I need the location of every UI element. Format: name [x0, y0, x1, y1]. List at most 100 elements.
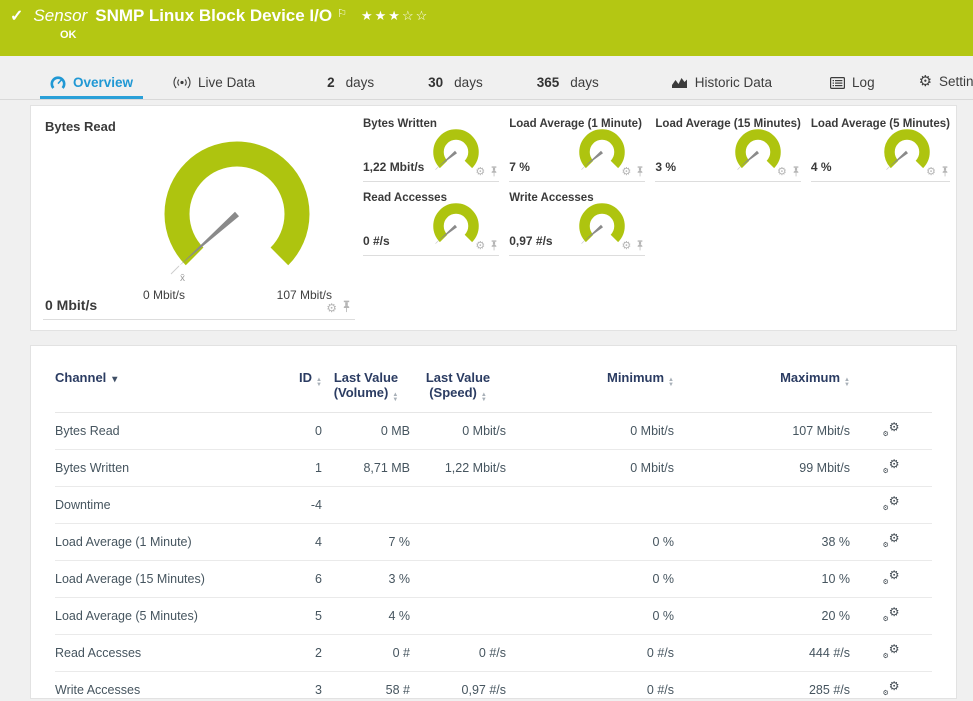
channel-name: Bytes Read [55, 413, 264, 450]
status-badge: OK [60, 29, 973, 41]
table-row: Load Average (1 Minute) 4 7 % 0 % 38 % ⚙… [55, 524, 932, 561]
gear-icon[interactable]: ⚙ [926, 167, 936, 178]
tab-2-days-number: 2 [327, 75, 335, 90]
pin-icon[interactable] [636, 166, 644, 179]
small-gauges-grid: Bytes Written 1,22 Mbit/s ⚙ Load Average… [355, 116, 950, 320]
table-row: Write Accesses 3 58 # 0,97 #/s 0 #/s 285… [55, 672, 932, 700]
tab-historic-data-label: Historic Data [695, 75, 772, 90]
tab-365-days-number: 365 [537, 75, 560, 90]
log-list-icon [830, 77, 845, 89]
pin-icon[interactable] [792, 166, 800, 179]
overview-gauges-panel: Bytes Read x̄ 0 Mbit/s 107 Mbit/s 0 Mbit… [30, 105, 957, 331]
priority-flag-icon[interactable]: ⚐ [337, 7, 347, 20]
tab-overview[interactable]: Overview [40, 75, 143, 99]
pin-icon[interactable] [490, 240, 498, 253]
pin-icon[interactable] [941, 166, 949, 179]
sort-icon[interactable]: ▲▼ [844, 378, 850, 387]
sort-icon[interactable]: ▲▼ [481, 393, 487, 402]
channel-settings-icon[interactable]: ⚙⚙ [883, 681, 900, 696]
table-row: Load Average (5 Minutes) 5 4 % 0 % 20 % … [55, 598, 932, 635]
pin-icon[interactable] [490, 166, 498, 179]
tab-365-days-label: days [570, 75, 599, 90]
pin-icon[interactable] [636, 240, 644, 253]
table-row: Bytes Written 1 8,71 MB 1,22 Mbit/s 0 Mb… [55, 450, 932, 487]
gear-icon: ⚙ [919, 72, 932, 90]
stars-empty[interactable]: ☆☆ [402, 8, 429, 23]
gear-icon[interactable]: ⚙ [326, 302, 337, 314]
column-header-last-value-speed[interactable]: Last Value (Speed)▲▼ [410, 362, 506, 413]
column-header-edit [850, 362, 932, 413]
gauge-tile-load-average-15-minutes: Load Average (15 Minutes) 3 % ⚙ [655, 118, 801, 182]
channel-settings-icon[interactable]: ⚙⚙ [883, 607, 900, 622]
stars-filled[interactable]: ★★★ [361, 8, 402, 23]
gauge-current-value: 7 % [509, 160, 530, 174]
sort-icon[interactable]: ▲▼ [392, 393, 398, 402]
tab-overview-label: Overview [73, 75, 133, 90]
tab-log-label: Log [852, 75, 875, 90]
pin-icon[interactable] [342, 300, 351, 315]
gauge-arc [890, 135, 925, 165]
gauge-tab-icon [50, 75, 66, 90]
tab-settings[interactable]: ⚙ Settings [909, 72, 973, 99]
channel-settings-icon[interactable]: ⚙⚙ [883, 570, 900, 585]
needle-tail [582, 167, 585, 170]
sensor-header: ✓ Sensor SNMP Linux Block Device I/O ⚐ ★… [0, 0, 973, 56]
tab-settings-label: Settings [939, 74, 973, 89]
gauge-min-label: 0 Mbit/s [143, 288, 185, 302]
needle-tail [582, 241, 585, 244]
table-row: Read Accesses 2 0 # 0 #/s 0 #/s 444 #/s … [55, 635, 932, 672]
gear-icon[interactable]: ⚙ [475, 167, 485, 178]
page-title: SNMP Linux Block Device I/O [95, 6, 332, 26]
tab-log[interactable]: Log [820, 75, 885, 99]
column-header-id[interactable]: ID▲▼ [264, 362, 322, 413]
tab-2-days[interactable]: 2 days [317, 75, 384, 99]
column-header-maximum[interactable]: Maximum▲▼ [674, 362, 850, 413]
channel-name: Load Average (15 Minutes) [55, 561, 264, 598]
tab-historic-data[interactable]: Historic Data [661, 75, 782, 99]
gauge-current-value: 1,22 Mbit/s [363, 160, 424, 174]
channel-name: Bytes Written [55, 450, 264, 487]
tab-live-data[interactable]: Live Data [163, 75, 265, 99]
caret-down-icon: ▾ [112, 374, 117, 385]
channel-name: Write Accesses [55, 672, 264, 700]
bytes-read-gauge: x̄ [135, 128, 340, 288]
broadcast-icon [173, 76, 191, 89]
sort-icon[interactable]: ▲▼ [316, 378, 322, 387]
needle-tail [171, 266, 179, 274]
needle-tail [436, 167, 439, 170]
channel-settings-icon[interactable]: ⚙⚙ [883, 496, 900, 511]
gauge-current-value: 0 Mbit/s [45, 297, 97, 313]
column-header-minimum[interactable]: Minimum▲▼ [506, 362, 674, 413]
tab-live-data-label: Live Data [198, 75, 255, 90]
column-header-last-value-volume[interactable]: Last Value (Volume)▲▼ [322, 362, 410, 413]
gauge-current-value: 3 % [655, 160, 676, 174]
table-row: Bytes Read 0 0 MB 0 Mbit/s 0 Mbit/s 107 … [55, 413, 932, 450]
channel-settings-icon[interactable]: ⚙⚙ [883, 459, 900, 474]
sort-icon[interactable]: ▲▼ [668, 378, 674, 387]
tab-365-days[interactable]: 365 days [527, 75, 609, 99]
gauge-tile-read-accesses: Read Accesses 0 #/s ⚙ [363, 192, 499, 256]
priority-stars[interactable]: ★★★☆☆ [361, 8, 429, 24]
gauge-arc [740, 135, 775, 165]
channel-settings-icon[interactable]: ⚙⚙ [883, 422, 900, 437]
gauge-tile-load-average-5-minutes: Load Average (5 Minutes) 4 % ⚙ [811, 118, 950, 182]
column-header-channel[interactable]: Channel▾ [55, 362, 264, 413]
gear-icon[interactable]: ⚙ [475, 241, 485, 252]
gear-icon[interactable]: ⚙ [622, 167, 632, 178]
gauge-current-value: 4 % [811, 160, 832, 174]
table-row: Downtime -4 ⚙⚙ [55, 487, 932, 524]
gauge-arc [177, 154, 297, 256]
tab-30-days[interactable]: 30 days [418, 75, 493, 99]
tab-2-days-label: days [346, 75, 375, 90]
needle-tail [887, 167, 890, 170]
needle-tail [436, 241, 439, 244]
gear-icon[interactable]: ⚙ [777, 167, 787, 178]
gauge-current-value: 0,97 #/s [509, 234, 552, 248]
gauge-tile-load-average-1-minute: Load Average (1 Minute) 7 % ⚙ [509, 118, 645, 182]
channel-settings-icon[interactable]: ⚙⚙ [883, 644, 900, 659]
object-kind-label: Sensor [33, 6, 87, 26]
table-header-row: Channel▾ ID▲▼ Last Value (Volume)▲▼ Last… [55, 362, 932, 413]
gear-icon[interactable]: ⚙ [622, 241, 632, 252]
channel-settings-icon[interactable]: ⚙⚙ [883, 533, 900, 548]
channel-table-panel: Channel▾ ID▲▼ Last Value (Volume)▲▼ Last… [30, 345, 957, 699]
